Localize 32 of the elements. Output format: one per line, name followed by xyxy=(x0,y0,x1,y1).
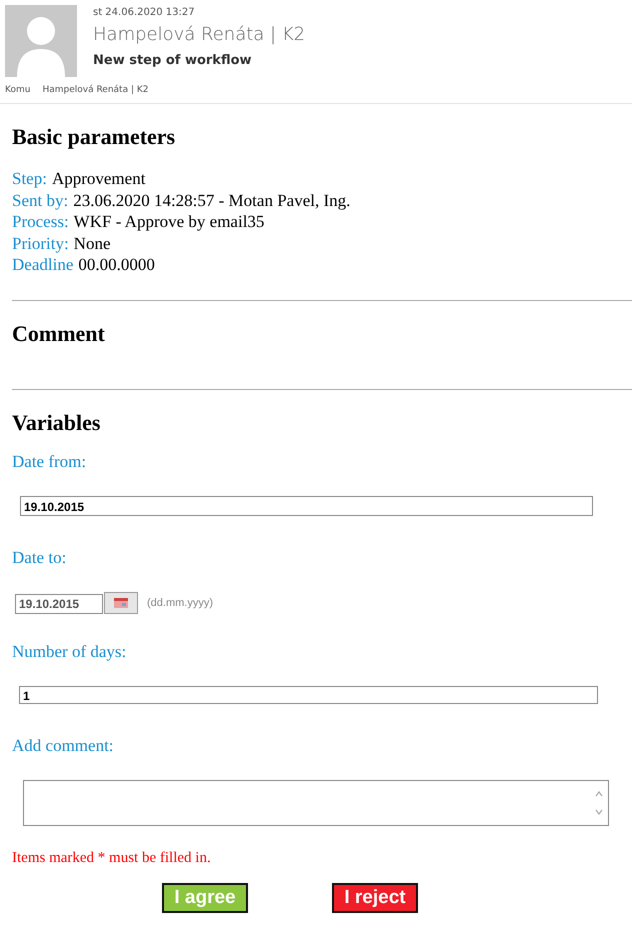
input-field[interactable]: 1 xyxy=(19,686,598,704)
calendar-icon xyxy=(114,598,128,608)
recipient: Hampelová Renáta | K2 xyxy=(42,85,148,95)
comment-textarea[interactable] xyxy=(23,780,609,826)
date-format-hint: (dd.mm.yyyy) xyxy=(147,596,213,608)
field-label: Number of days: xyxy=(12,642,128,662)
param-value: 23.06.2020 14:28:57 - Motan Pavel, Ing. xyxy=(73,190,350,211)
to-label: Komu xyxy=(5,85,30,95)
param-label: Sent by: xyxy=(12,190,68,211)
param-label: Step: xyxy=(12,168,47,190)
calendar-button[interactable] xyxy=(104,592,138,614)
param-value: Approvement xyxy=(52,168,146,190)
param-value: None xyxy=(74,232,110,254)
param-label: Process: xyxy=(12,211,69,232)
field-label: Date from: xyxy=(12,452,88,472)
field-label: Add comment: xyxy=(12,736,115,756)
sent-date: st 24.06.2020 13:27 xyxy=(93,7,196,18)
section-heading: Variables xyxy=(12,410,102,436)
avatar-icon xyxy=(5,5,77,77)
param-value: 00.00.0000 xyxy=(78,254,155,276)
date-field[interactable]: 19.10.2015 xyxy=(15,594,103,614)
reject-button[interactable]: I reject xyxy=(332,882,418,912)
sender-name: Hampelová Renáta | K2 xyxy=(93,24,306,45)
section-heading: Basic parameters xyxy=(12,124,176,150)
param-label: Deadline xyxy=(12,254,74,276)
input-field[interactable]: 19.10.2015 xyxy=(20,496,593,516)
section-heading: Comment xyxy=(12,320,106,346)
param-label: Priority: xyxy=(12,232,69,254)
email-subject: New step of workflow xyxy=(93,53,253,68)
required-note: Items marked * must be filled in. xyxy=(12,850,212,866)
param-value: WKF - Approve by email35 xyxy=(74,211,264,232)
field-label: Date to: xyxy=(12,548,68,568)
